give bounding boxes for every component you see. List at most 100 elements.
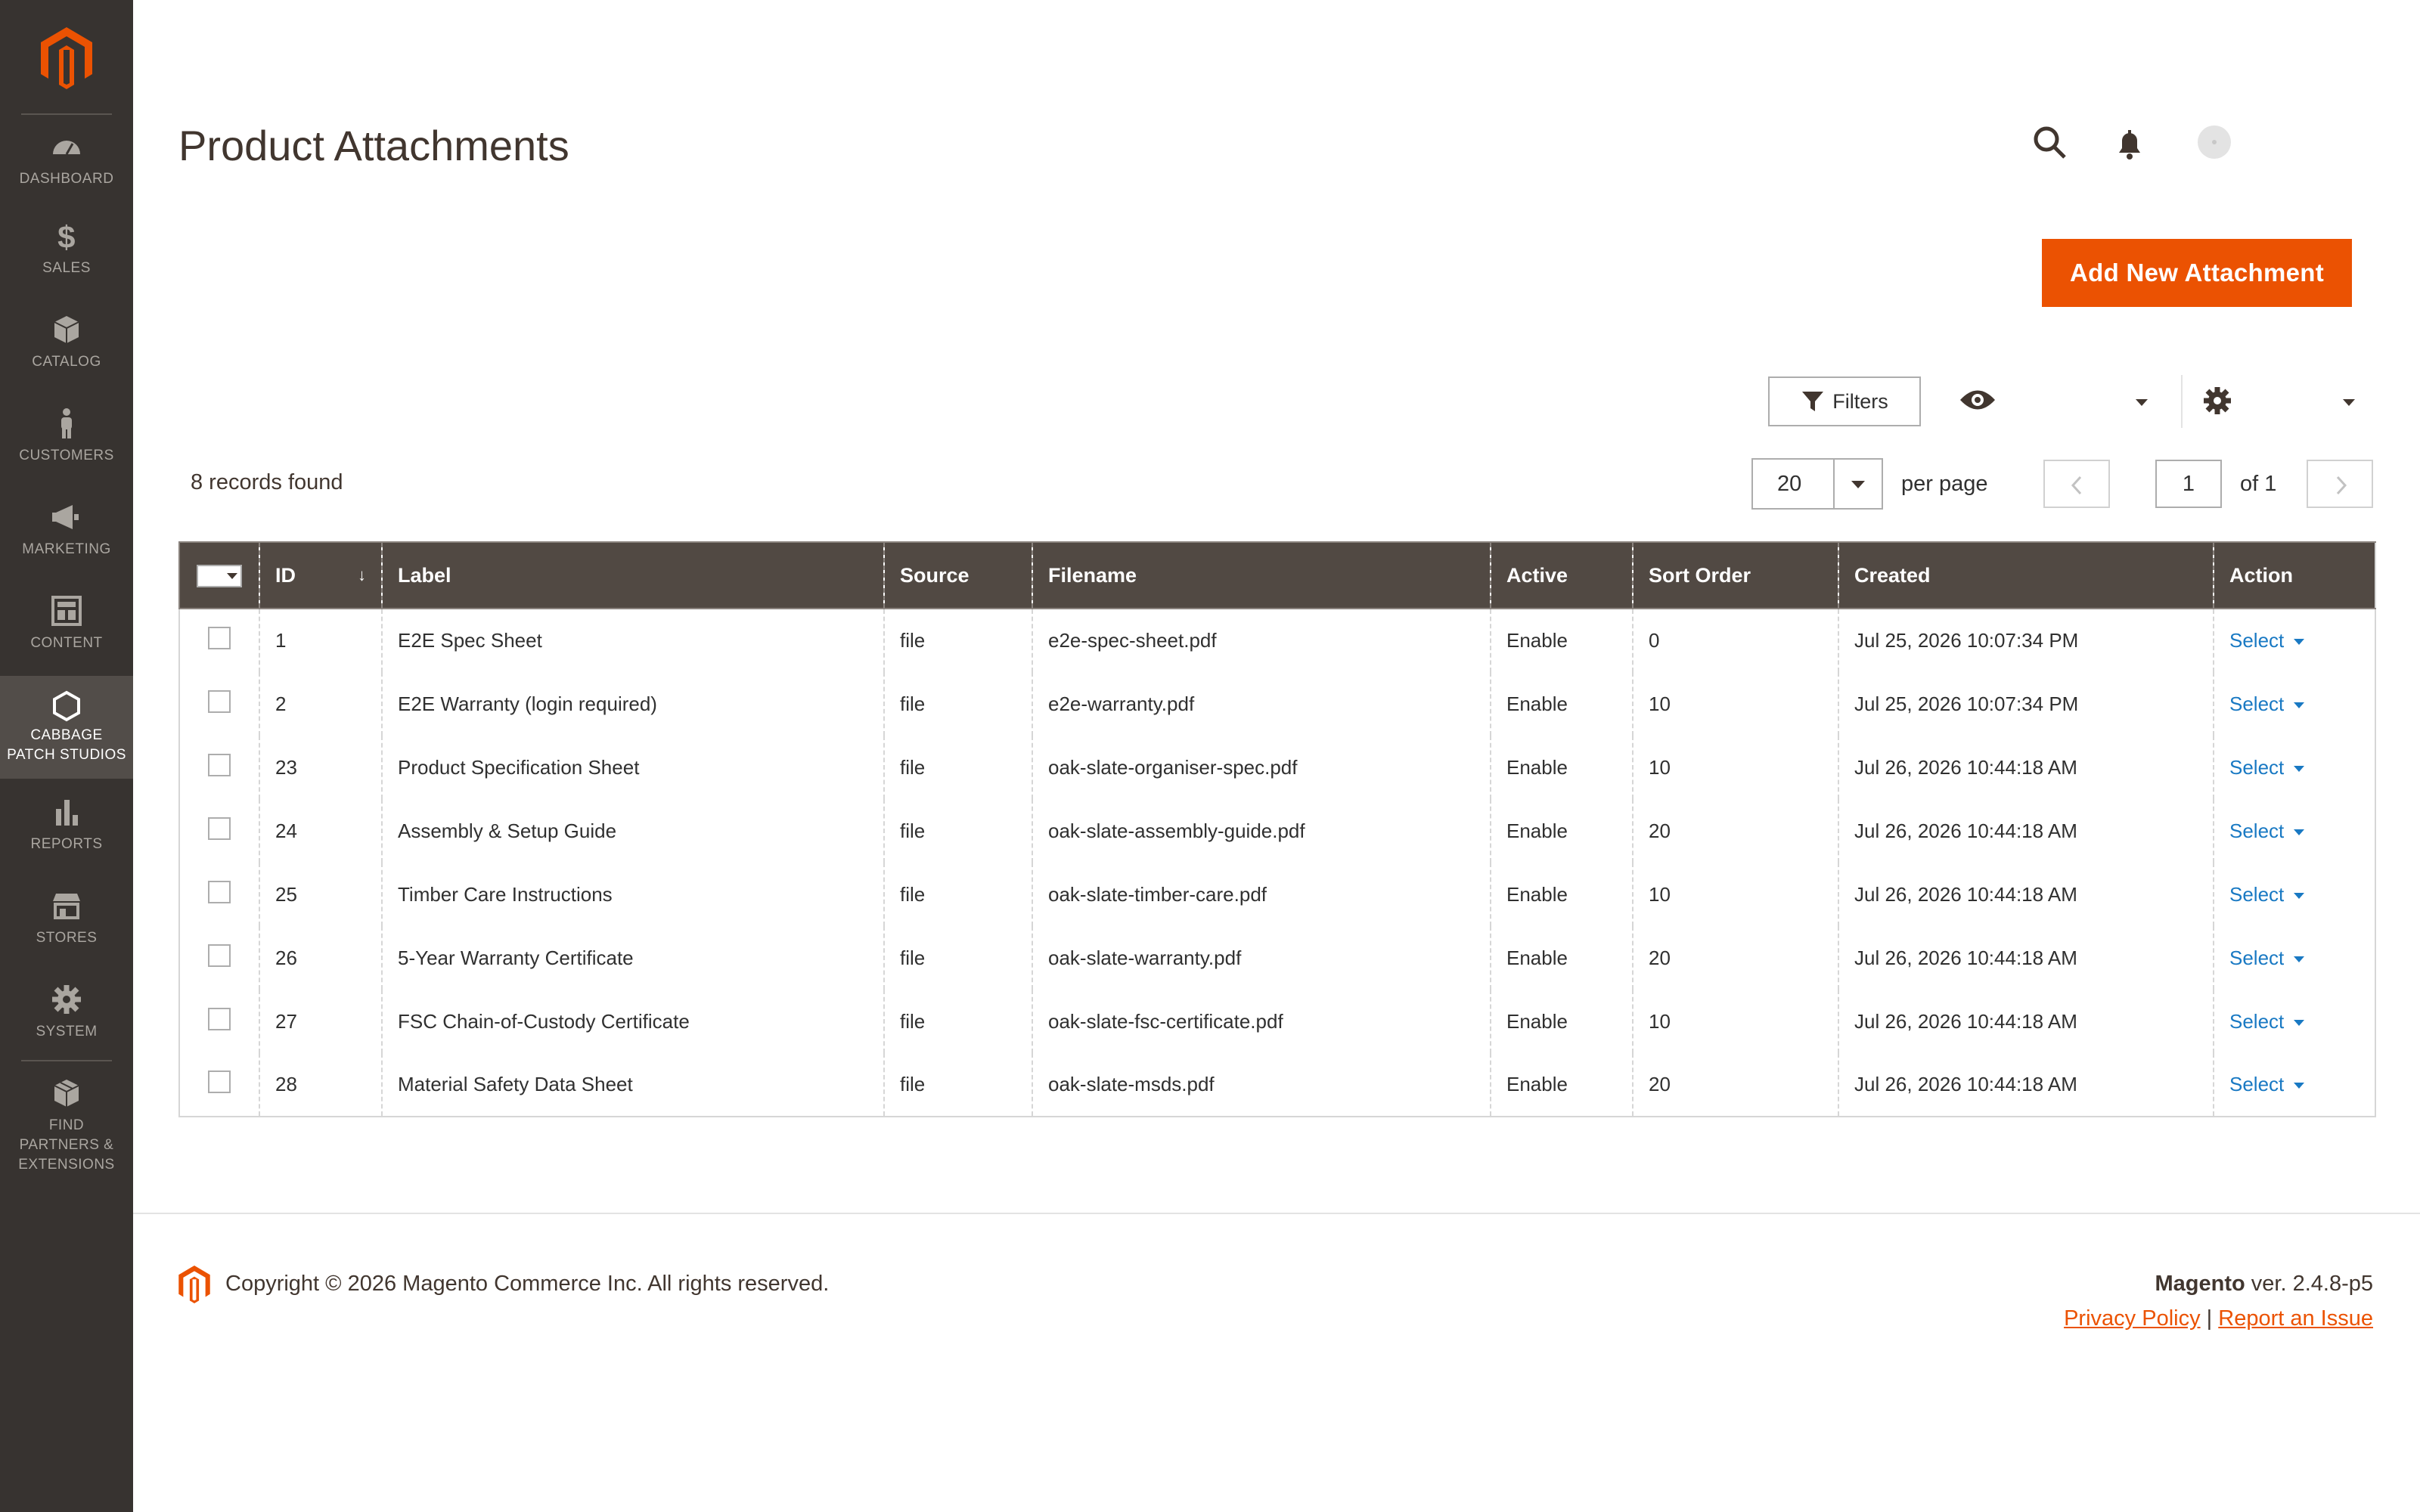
action-select-link[interactable]: Select (2229, 1073, 2284, 1095)
row-checkbox[interactable] (208, 689, 231, 713)
footer-link-separator: | (2206, 1306, 2213, 1331)
column-header-created[interactable]: Created (1838, 541, 2214, 609)
cell-id: 25 (259, 863, 382, 926)
table-row[interactable]: 24 Assembly & Setup Guide file oak-slate-as… (179, 799, 2375, 863)
sort-descending-icon: ↓ (358, 565, 366, 584)
cell-created: Jul 26, 2026 10:44:18 AM (1838, 863, 2214, 926)
chevron-down-icon[interactable] (2293, 765, 2305, 773)
columns-dropdown[interactable] (2201, 381, 2360, 423)
per-page-select[interactable]: 20 (1751, 458, 1883, 510)
user-avatar-icon[interactable] (2196, 124, 2232, 160)
page-total-label: of 1 (2240, 472, 2277, 496)
action-select-link[interactable]: Select (2229, 1010, 2284, 1033)
next-page-button[interactable] (2307, 460, 2373, 508)
mass-select-checkbox[interactable] (197, 565, 242, 587)
chevron-down-icon[interactable] (2293, 702, 2305, 709)
row-checkbox[interactable] (208, 627, 231, 649)
sidebar-item-sales[interactable]: $ SALES (0, 219, 133, 278)
action-select-link[interactable]: Select (2229, 756, 2284, 779)
chevron-down-icon[interactable] (2293, 892, 2305, 900)
table-row[interactable]: 2 E2E Warranty (login required) file e2e-wa… (179, 672, 2375, 736)
view-switcher-dropdown[interactable] (1959, 381, 2155, 423)
row-checkbox[interactable] (208, 880, 231, 903)
sidebar-item-catalog[interactable]: CATALOG (0, 313, 133, 372)
cell-id: 27 (259, 990, 382, 1053)
row-checkbox[interactable] (208, 1007, 231, 1030)
action-select-link[interactable]: Select (2229, 820, 2284, 842)
row-checkbox[interactable] (208, 816, 231, 840)
mass-action-checkbox-column[interactable] (178, 541, 259, 609)
cell-created: Jul 26, 2026 10:44:18 AM (1838, 926, 2214, 990)
column-header-label: Filename (1048, 563, 1137, 587)
cell-filename: e2e-warranty.pdf (1032, 672, 1491, 736)
table-row[interactable]: 23 Product Specification Sheet file oak-sla… (179, 736, 2375, 799)
column-header-source[interactable]: Source (883, 541, 1032, 609)
bar-chart-icon (56, 800, 78, 826)
sidebar-item-system[interactable]: SYSTEM (0, 983, 133, 1042)
table-row[interactable]: 26 5-Year Warranty Certificate file oak-sla… (179, 926, 2375, 990)
row-checkbox[interactable] (208, 943, 231, 967)
chevron-down-icon[interactable] (2293, 829, 2305, 836)
sidebar-item-stores[interactable]: STORES (0, 889, 133, 948)
cell-action: Select (2213, 926, 2375, 990)
person-icon (61, 408, 72, 438)
action-select-link[interactable]: Select (2229, 692, 2284, 715)
cell-source: file (883, 672, 1032, 736)
magento-footer-logo-icon (178, 1266, 210, 1303)
add-new-attachment-button[interactable]: Add New Attachment (2042, 239, 2352, 307)
gear-icon (52, 985, 81, 1014)
version-number: ver. 2.4.8-p5 (2245, 1272, 2373, 1296)
table-row[interactable]: 27 FSC Chain-of-Custody Certificate file oa… (179, 990, 2375, 1053)
report-issue-link[interactable]: Report an Issue (2218, 1306, 2373, 1331)
table-row[interactable]: 25 Timber Care Instructions file oak-slate-… (179, 863, 2375, 926)
sidebar-item-label: CABBAGE (30, 727, 103, 743)
chevron-down-icon[interactable] (2293, 638, 2305, 646)
sidebar-item-find-partners[interactable]: FIND PARTNERS & EXTENSIONS (0, 1077, 133, 1175)
magento-logo-icon[interactable] (41, 27, 92, 89)
row-select-cell (179, 1053, 259, 1117)
chevron-down-icon[interactable] (2293, 1082, 2305, 1089)
per-page-dropdown-button[interactable] (1833, 460, 1882, 508)
search-icon[interactable] (2031, 124, 2068, 160)
sidebar-item-label: DASHBOARD (19, 171, 114, 187)
sidebar-item-reports[interactable]: REPORTS (0, 795, 133, 854)
action-select-link[interactable]: Select (2229, 629, 2284, 652)
sidebar-item-content[interactable]: CONTENT (0, 594, 133, 653)
cell-filename: e2e-spec-sheet.pdf (1032, 609, 1491, 672)
table-row[interactable]: 1 E2E Spec Sheet file e2e-spec-sheet.pdf Ena… (179, 609, 2375, 672)
chevron-down-icon[interactable] (2293, 956, 2305, 963)
column-header-active[interactable]: Active (1490, 541, 1633, 609)
chevron-down-icon[interactable] (2293, 1019, 2305, 1027)
dollar-icon: $ (57, 219, 75, 253)
page-number-input[interactable]: 1 (2155, 460, 2222, 508)
table-row[interactable]: 28 Material Safety Data Sheet file oak-slat… (179, 1053, 2375, 1117)
sidebar-item-label: PATCH STUDIOS (7, 747, 126, 763)
action-select-link[interactable]: Select (2229, 883, 2284, 906)
cell-active: Enable (1490, 736, 1633, 799)
megaphone-icon (52, 505, 79, 529)
row-checkbox[interactable] (208, 753, 231, 776)
sidebar-item-label: EXTENSIONS (18, 1157, 115, 1173)
chevron-down-icon (227, 573, 237, 579)
column-header-sort-order[interactable]: Sort Order (1632, 541, 1838, 609)
chevron-right-icon (2336, 476, 2347, 495)
sidebar-item-cabbage-patch-studios[interactable]: CABBAGE PATCH STUDIOS (0, 676, 133, 779)
action-select-link[interactable]: Select (2229, 947, 2284, 969)
footer-divider (133, 1213, 2420, 1214)
cell-label: Timber Care Instructions (381, 863, 884, 926)
column-header-filename[interactable]: Filename (1032, 541, 1491, 609)
bell-icon[interactable] (2111, 125, 2148, 162)
column-header-label[interactable]: Label (381, 541, 884, 609)
filters-button[interactable]: Filters (1768, 376, 1921, 426)
sidebar-item-customers[interactable]: CUSTOMERS (0, 407, 133, 466)
column-header-id[interactable]: ID ↓ (259, 541, 382, 609)
per-page-value: 20 (1777, 472, 1802, 496)
cell-created: Jul 26, 2026 10:44:18 AM (1838, 736, 2214, 799)
sidebar-item-marketing[interactable]: MARKETING (0, 500, 133, 559)
sidebar-item-dashboard[interactable]: DASHBOARD (0, 130, 133, 189)
cell-active: Enable (1490, 799, 1633, 863)
row-checkbox[interactable] (208, 1070, 231, 1093)
cell-active: Enable (1490, 926, 1633, 990)
previous-page-button[interactable] (2043, 460, 2110, 508)
privacy-policy-link[interactable]: Privacy Policy (2064, 1306, 2201, 1331)
